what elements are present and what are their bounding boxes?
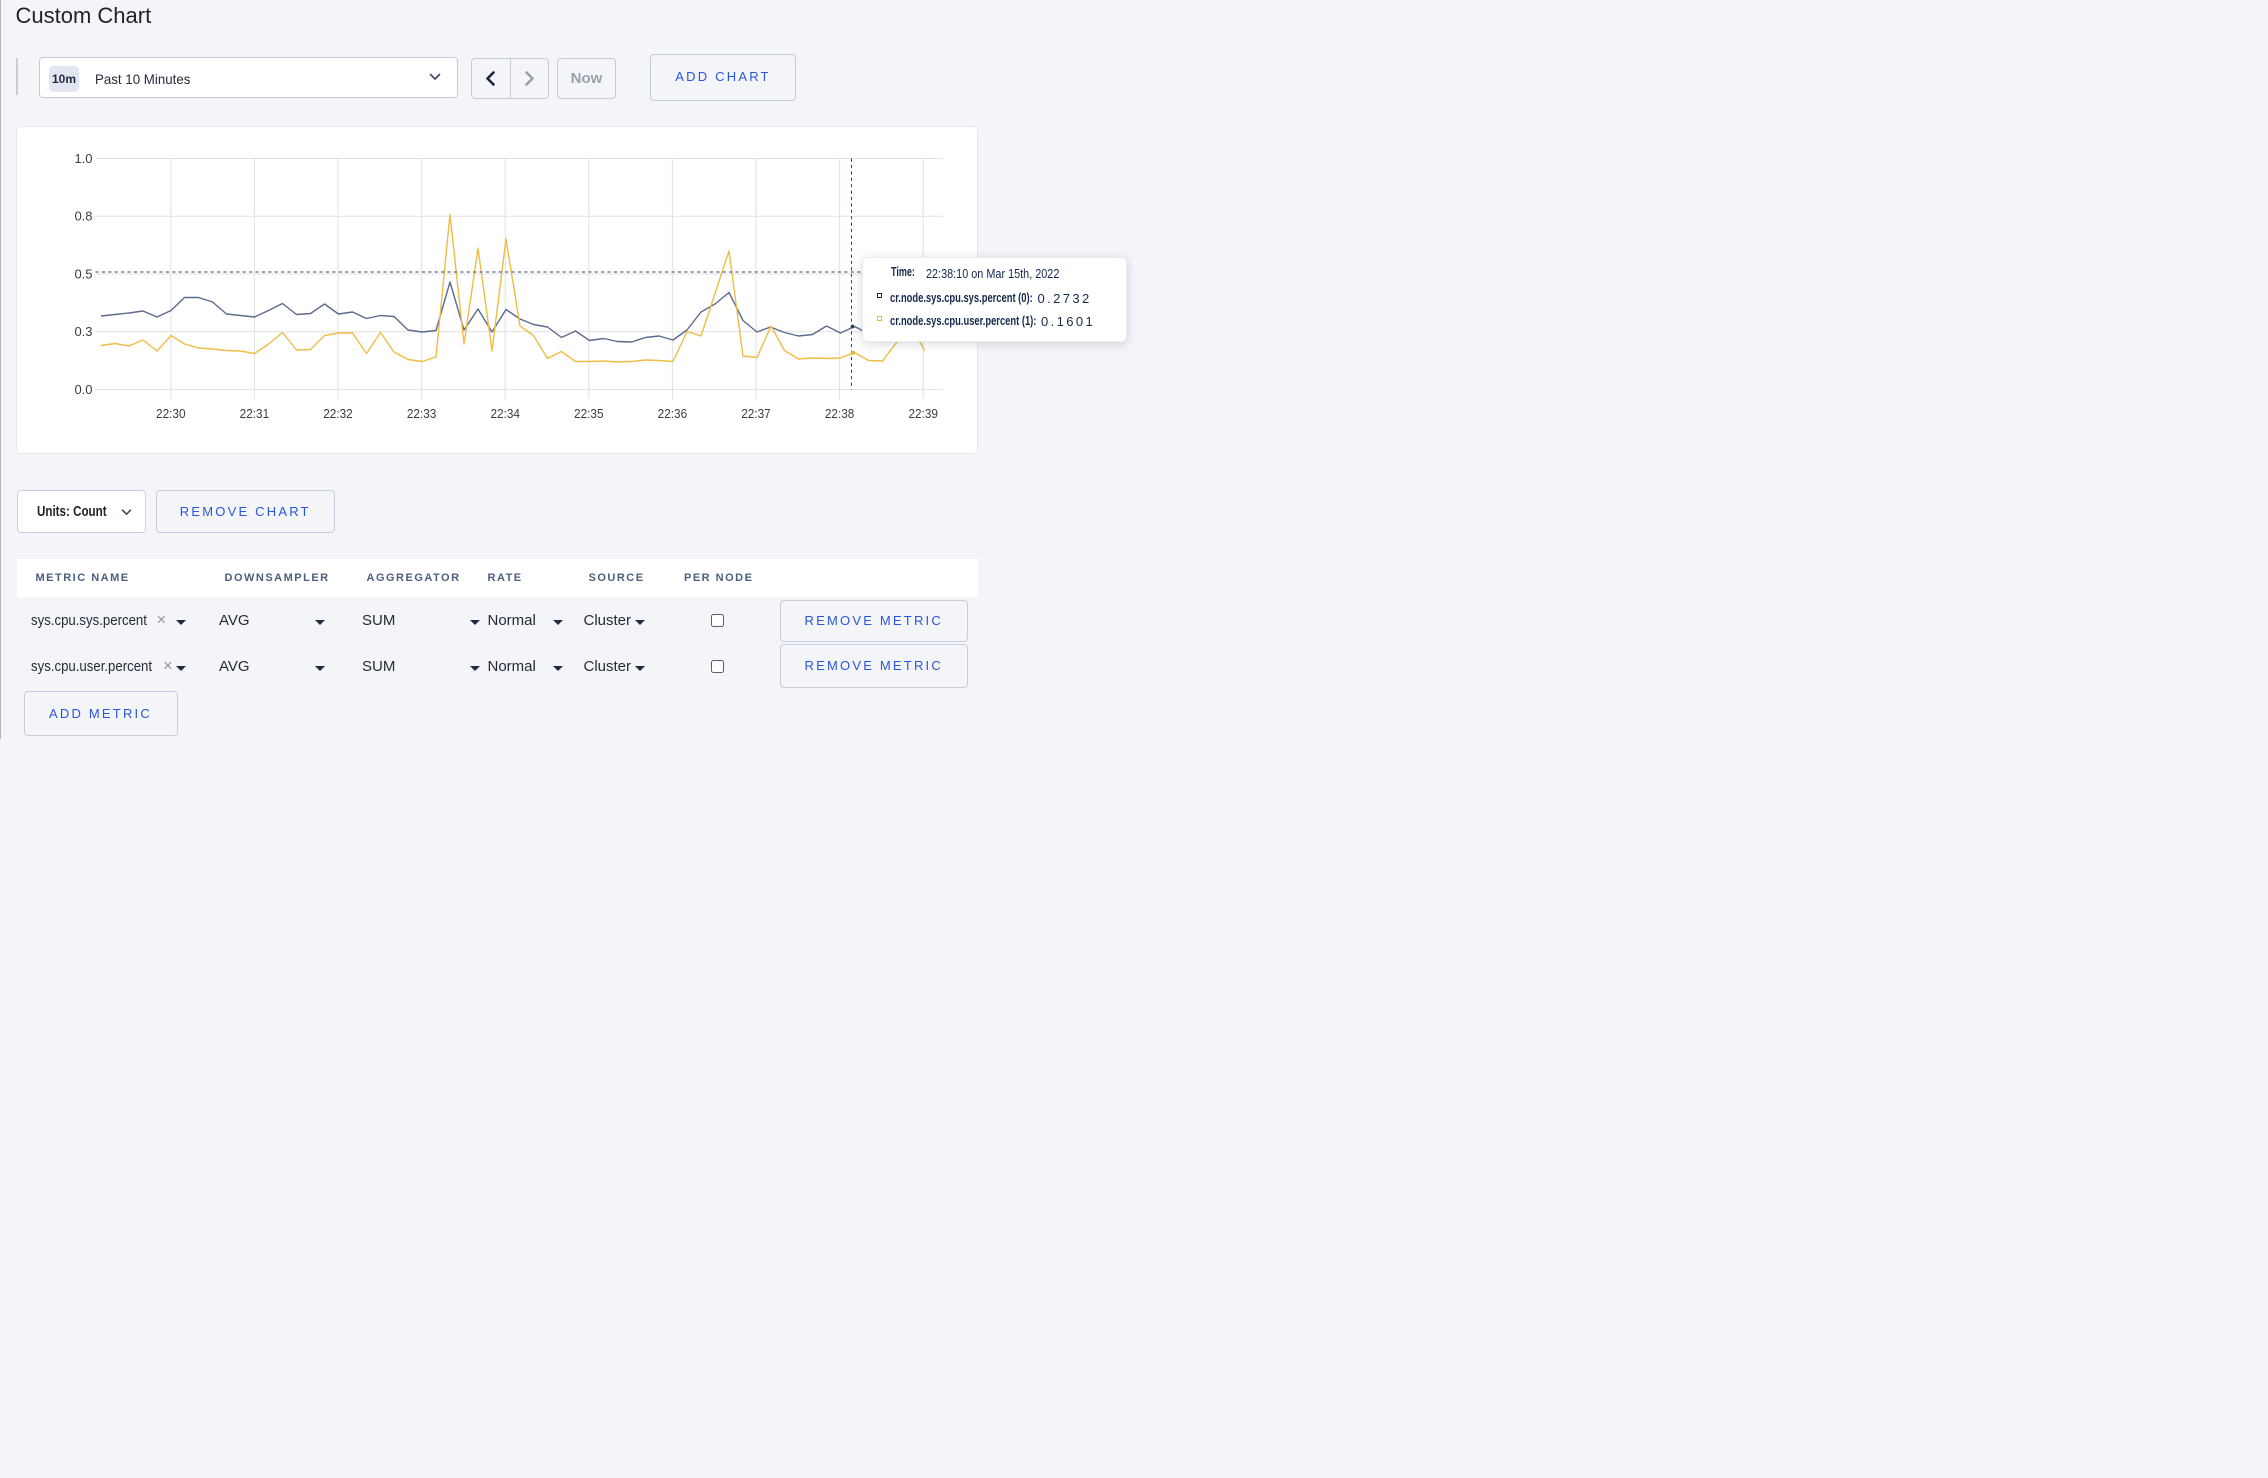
svg-text:1.0: 1.0: [74, 150, 92, 165]
svg-text:0.0: 0.0: [74, 381, 92, 396]
svg-text:22:39: 22:39: [908, 406, 938, 421]
svg-text:22:31: 22:31: [239, 406, 269, 421]
svg-text:22:35: 22:35: [574, 406, 604, 421]
svg-text:22:32: 22:32: [323, 406, 353, 421]
svg-text:22:37: 22:37: [741, 406, 771, 421]
svg-text:0.5: 0.5: [74, 266, 92, 281]
svg-text:22:30: 22:30: [156, 406, 186, 421]
svg-text:0.3: 0.3: [74, 324, 92, 339]
svg-text:22:38: 22:38: [824, 406, 854, 421]
svg-text:22:36: 22:36: [657, 406, 687, 421]
svg-text:22:34: 22:34: [490, 406, 520, 421]
svg-text:0.8: 0.8: [74, 208, 92, 223]
svg-text:22:33: 22:33: [406, 406, 436, 421]
